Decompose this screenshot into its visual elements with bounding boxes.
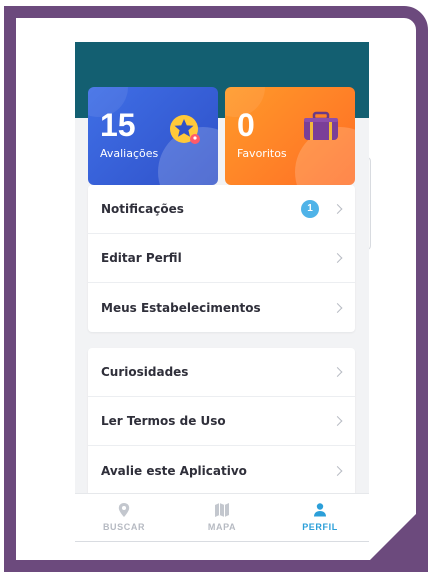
menu-item-curiosities[interactable]: Curiosidades (88, 348, 355, 397)
location-pin-icon (118, 503, 130, 517)
nav-tab-label: PERFIL (302, 522, 338, 532)
reviews-count: 15 (100, 107, 136, 143)
map-icon (215, 503, 229, 517)
favorites-count: 0 (237, 107, 255, 143)
nav-tab-search[interactable]: BUSCAR (75, 494, 173, 542)
chevron-right-icon (332, 465, 343, 476)
chevron-right-icon (332, 302, 343, 313)
screenshot-frame: 15 Avaliações 0 Favoritos Notificações 1… (0, 0, 431, 574)
menu-item-rate-app[interactable]: Avalie este Aplicativo (88, 446, 355, 495)
menu-item-edit-profile[interactable]: Editar Perfil (88, 234, 355, 283)
reviews-card[interactable]: 15 Avaliações (88, 87, 218, 185)
menu-item-notifications[interactable]: Notificações 1 (88, 185, 355, 234)
nav-tab-label: BUSCAR (102, 522, 146, 532)
suitcase-icon (304, 111, 338, 140)
menu-item-label: Notificações (101, 202, 184, 216)
reviews-label: Avaliações (100, 147, 159, 160)
favorites-label: Favoritos (237, 147, 287, 160)
divider (75, 541, 369, 542)
menu-item-label: Curiosidades (101, 365, 189, 379)
menu-item-my-establishments[interactable]: Meus Estabelecimentos (88, 283, 355, 332)
nav-tab-map[interactable]: MAPA (173, 494, 271, 542)
menu-item-label: Avalie este Aplicativo (101, 463, 247, 478)
notification-count-badge: 1 (301, 200, 319, 218)
chevron-right-icon (332, 367, 343, 377)
profile-menu-secondary: Curiosidades Ler Termos de Uso Avalie es… (88, 348, 355, 498)
nav-tab-label: MAPA (207, 522, 237, 532)
profile-menu-primary: Notificações 1 Editar Perfil Meus Estabe… (88, 185, 355, 332)
chevron-right-icon (332, 204, 343, 214)
menu-item-label: Editar Perfil (101, 251, 182, 265)
star-badge-icon (170, 115, 200, 144)
favorites-card[interactable]: 0 Favoritos (225, 87, 355, 185)
menu-item-label: Ler Termos de Uso (101, 414, 226, 428)
nav-tab-profile[interactable]: PERFIL (271, 494, 369, 542)
phone-screen: 15 Avaliações 0 Favoritos Notificações 1… (75, 42, 369, 542)
user-icon (314, 503, 326, 517)
menu-item-terms-of-use[interactable]: Ler Termos de Uso (88, 397, 355, 446)
menu-item-label: Meus Estabelecimentos (101, 300, 261, 315)
chevron-right-icon (332, 253, 343, 263)
bottom-navigation: BUSCAR MAPA PERFIL (75, 493, 369, 542)
chevron-right-icon (332, 416, 343, 426)
